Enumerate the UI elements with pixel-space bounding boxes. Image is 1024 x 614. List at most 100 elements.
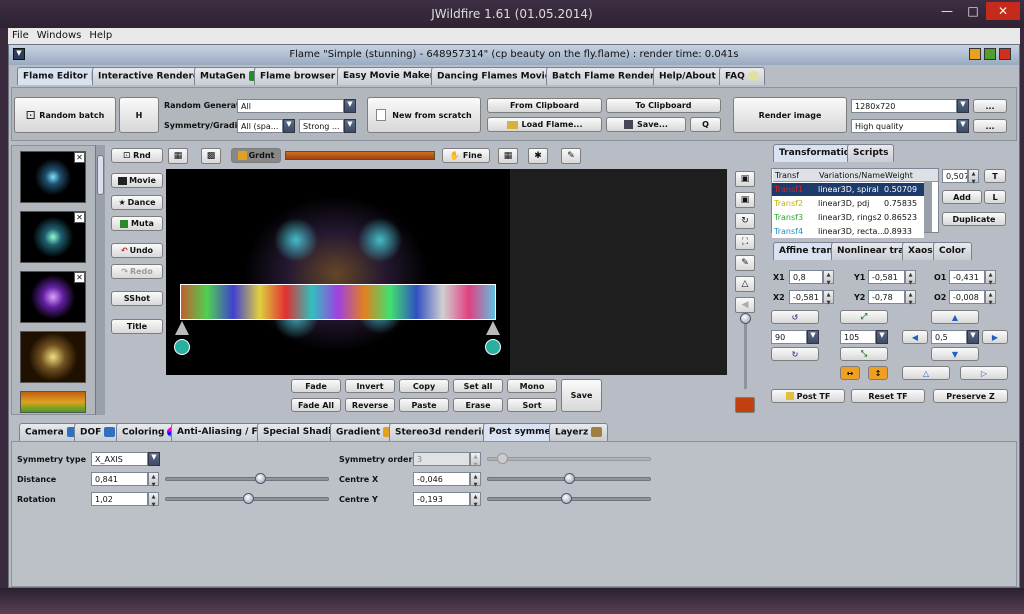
set-all-button[interactable]: Set all xyxy=(453,379,503,393)
mirror-y-button[interactable]: ▷ xyxy=(960,366,1008,380)
table-row[interactable]: Transf1 linear3D, spiral 0.50709 xyxy=(772,183,924,196)
fade-all-button[interactable]: Fade All xyxy=(291,398,341,412)
screenshot-button[interactable]: SShot xyxy=(111,291,163,306)
spinner-arrows[interactable]: ▲ ▼ xyxy=(470,492,481,508)
layout-icon[interactable]: ▦ xyxy=(168,148,188,164)
movie-button[interactable]: Movie xyxy=(111,173,163,188)
rotate-icon[interactable]: ↻ xyxy=(735,213,755,229)
scale-up-button[interactable]: ⤢ xyxy=(840,310,888,324)
frame-maximize-icon[interactable] xyxy=(984,48,996,60)
erase-button[interactable]: Erase xyxy=(453,398,503,412)
menu-windows[interactable]: Windows xyxy=(33,28,86,43)
chevron-down-icon[interactable]: ▼ xyxy=(957,99,969,113)
centre-x-slider-knob[interactable] xyxy=(564,473,575,484)
tab-scripts[interactable]: Scripts xyxy=(847,144,895,162)
post-tf-button[interactable]: Post TF xyxy=(771,389,845,403)
spinner-arrows[interactable]: ▲ ▼ xyxy=(148,492,159,508)
centre-x-field[interactable]: -0,046 xyxy=(413,472,470,486)
palette-icon[interactable]: ✱ xyxy=(528,148,548,164)
spinner-arrows[interactable]: ▲ ▼ xyxy=(985,270,996,286)
tab-dof[interactable]: DOF xyxy=(74,423,122,441)
flip-vertical-button[interactable]: ↕ xyxy=(868,366,888,380)
to-clipboard-button[interactable]: To Clipboard xyxy=(606,98,721,113)
spinner-arrows[interactable]: ▲ ▼ xyxy=(968,169,979,185)
chevron-down-icon[interactable]: ▼ xyxy=(967,330,979,344)
rnd-button[interactable]: ⚀ Rnd xyxy=(111,148,163,163)
new-from-scratch-button[interactable]: New from scratch xyxy=(367,97,481,133)
tab-layerz[interactable]: Layerz xyxy=(549,423,609,441)
move-down-button[interactable]: ▼ xyxy=(931,347,979,361)
duplicate-button[interactable]: Duplicate xyxy=(942,212,1006,226)
tab-faq[interactable]: FAQ xyxy=(719,67,765,85)
symmetry-type-select[interactable]: X_AXIS xyxy=(91,452,148,466)
from-clipboard-button[interactable]: From Clipboard xyxy=(487,98,602,113)
spinner-arrows[interactable]: ▲ ▼ xyxy=(470,452,481,468)
add-transform-button[interactable]: Add xyxy=(942,190,982,204)
redo-button[interactable]: ↷ Redo xyxy=(111,264,163,279)
chevron-down-icon[interactable]: ▼ xyxy=(957,119,969,133)
distance-slider-knob[interactable] xyxy=(255,473,266,484)
y2-field[interactable]: -0,78 xyxy=(868,290,905,304)
paint-icon[interactable]: ✎ xyxy=(561,148,581,164)
menu-help[interactable]: Help xyxy=(85,28,116,43)
muta-button[interactable]: Muta xyxy=(111,216,163,231)
preserve-z-button[interactable]: Preserve Z xyxy=(933,389,1008,403)
tab-easy-movie-maker[interactable]: Easy Movie Maker xyxy=(337,67,441,85)
o2-field[interactable]: -0,008 xyxy=(949,290,985,304)
x1-field[interactable]: 0,8 xyxy=(789,270,823,284)
q-button[interactable]: Q xyxy=(690,117,721,132)
rotation-slider-knob[interactable] xyxy=(243,493,254,504)
mirror-x-button[interactable]: △ xyxy=(902,366,950,380)
symmetry-select[interactable]: All (spa... xyxy=(237,119,283,133)
quality-select[interactable]: High quality xyxy=(851,119,957,133)
edit-points-icon[interactable]: ✎ xyxy=(735,255,755,271)
menu-file[interactable]: File xyxy=(8,28,33,43)
move-icon[interactable]: ▣ xyxy=(735,192,755,208)
grid-icon[interactable]: ▩ xyxy=(201,148,221,164)
chevron-down-icon[interactable]: ▼ xyxy=(344,119,356,133)
save-gradient-button[interactable]: Save xyxy=(561,379,602,412)
reset-tf-button[interactable]: Reset TF xyxy=(851,389,925,403)
y1-field[interactable]: -0,581 xyxy=(868,270,905,284)
spinner-arrows[interactable]: ▲ ▼ xyxy=(823,290,834,306)
gradient-editor-bar[interactable] xyxy=(180,284,496,320)
zoom-icon[interactable]: ▣ xyxy=(735,171,755,187)
chevron-down-icon[interactable]: ▼ xyxy=(807,330,819,344)
move-up-button[interactable]: ▲ xyxy=(931,310,979,324)
rotate-left-button[interactable]: ↺ xyxy=(771,310,819,324)
table-row[interactable]: Transf2 linear3D, pdj 0.75835 xyxy=(772,197,924,210)
fine-button[interactable]: ✋ Fine xyxy=(442,148,490,163)
flame-render[interactable] xyxy=(166,169,510,375)
title-button[interactable]: Title xyxy=(111,319,163,334)
random-generator-select[interactable]: All xyxy=(237,99,344,113)
spinner-arrows[interactable]: ▲ ▼ xyxy=(470,472,481,488)
tab-color[interactable]: Color xyxy=(933,242,972,260)
raster-icon[interactable]: ▦ xyxy=(498,148,518,164)
table-row[interactable]: Transf3 linear3D, rings2 0.86523 xyxy=(772,211,924,224)
thumbnail-5[interactable] xyxy=(20,391,86,413)
quality-edit-button[interactable]: ... xyxy=(973,119,1007,133)
spinner-arrows[interactable]: ▲ ▼ xyxy=(823,270,834,286)
scale-icon[interactable]: ⛶ xyxy=(735,234,755,250)
vertical-slider[interactable] xyxy=(744,317,747,389)
l-button[interactable]: L xyxy=(984,190,1006,204)
minimize-button[interactable]: — xyxy=(934,2,960,20)
move-amount-field[interactable]: 0,5 xyxy=(931,330,967,344)
spinner-arrows[interactable]: ▲ ▼ xyxy=(985,290,996,306)
chevron-down-icon[interactable]: ▼ xyxy=(876,330,888,344)
render-image-button[interactable]: Render image xyxy=(733,97,847,133)
x2-field[interactable]: -0,581 xyxy=(789,290,823,304)
gradient-color-right[interactable] xyxy=(485,339,501,355)
gradient-marker-right[interactable] xyxy=(486,321,500,335)
thumbnail-scrollbar[interactable] xyxy=(95,145,105,415)
centre-y-field[interactable]: -0,193 xyxy=(413,492,470,506)
close-icon[interactable]: ✕ xyxy=(74,212,85,223)
resolution-edit-button[interactable]: ... xyxy=(973,99,1007,113)
chevron-down-icon[interactable]: ▼ xyxy=(148,452,160,466)
mono-button[interactable]: Mono xyxy=(507,379,557,393)
flip-horizontal-button[interactable]: ↔ xyxy=(840,366,860,380)
triangle-icon[interactable]: △ xyxy=(735,276,755,292)
symmetry-order-slider[interactable] xyxy=(487,457,651,461)
o1-field[interactable]: -0,431 xyxy=(949,270,985,284)
close-button[interactable]: ✕ xyxy=(986,2,1020,20)
